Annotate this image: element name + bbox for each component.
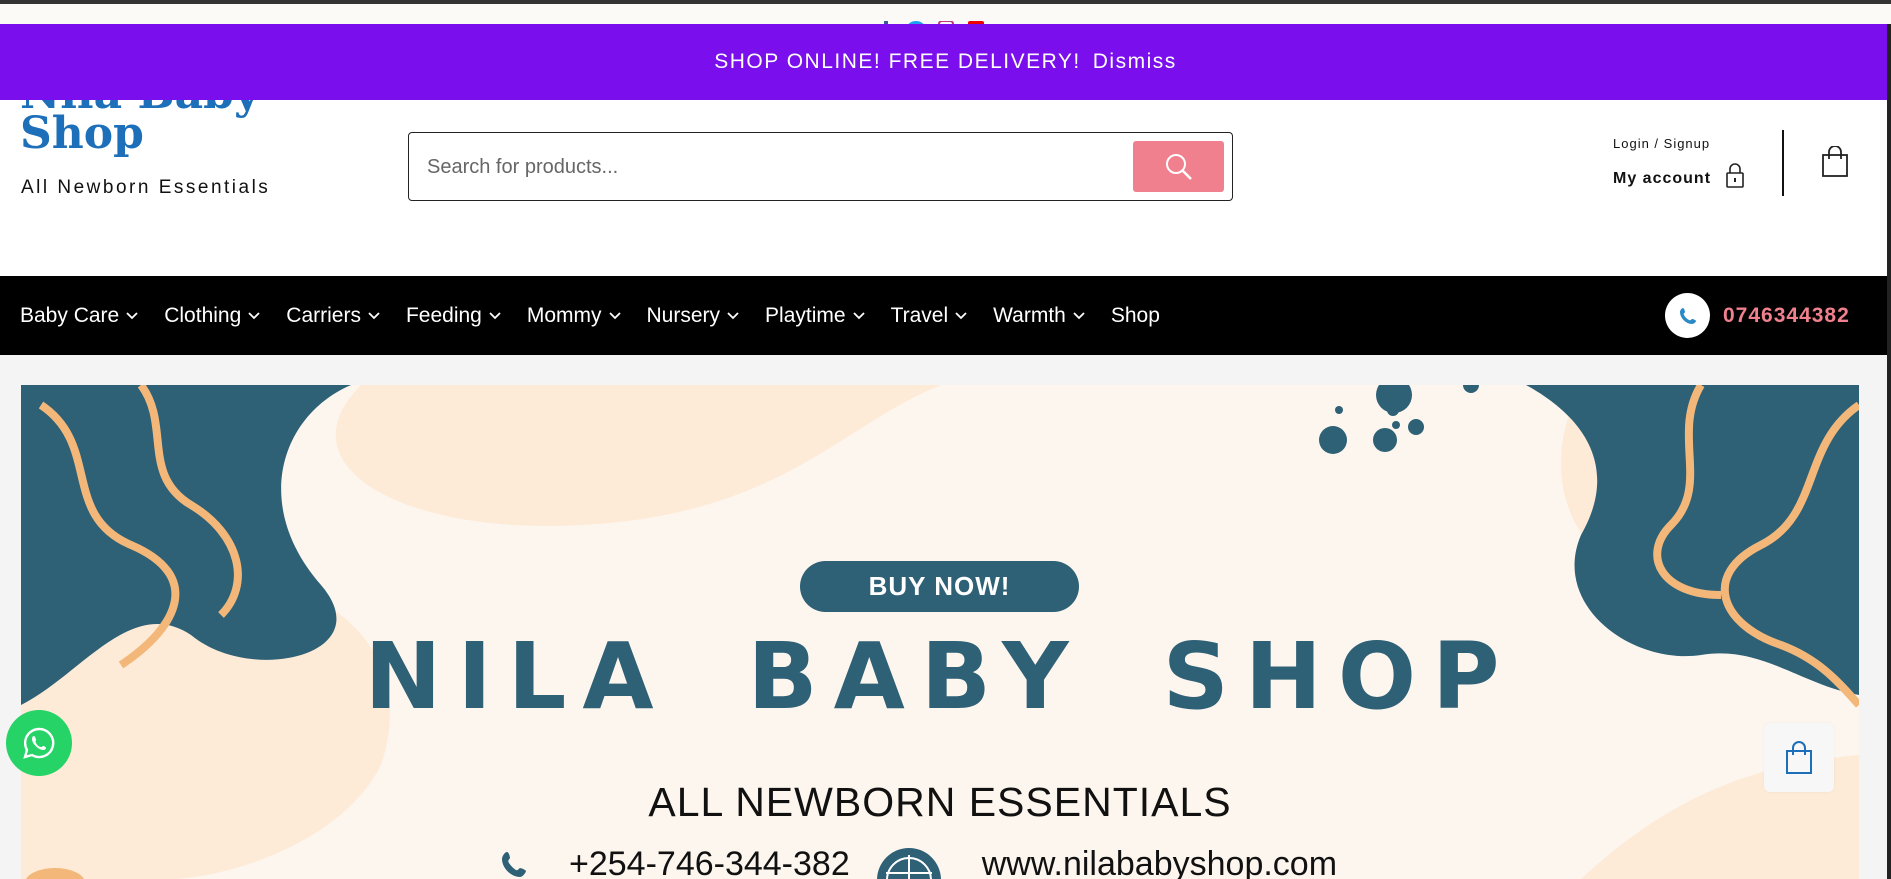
hero-subtitle: ALL NEWBORN ESSENTIALS <box>648 779 1232 825</box>
nav-item-shop[interactable]: Shop <box>1111 304 1160 328</box>
hero-website: www.nilababyshop.com <box>981 845 1338 879</box>
account-area[interactable]: Login / Signup My account <box>1613 136 1744 188</box>
phone-contact[interactable]: 0746344382 <box>1665 293 1850 338</box>
nav-label: Mommy <box>526 303 602 327</box>
header-divider <box>1782 130 1784 196</box>
chevron-down-icon <box>955 311 967 319</box>
phone-icon <box>1679 307 1696 324</box>
site-header: Nila Baby Shop All Newborn Essentials Lo… <box>0 72 1891 276</box>
nav-label: Clothing <box>164 303 242 327</box>
shopping-bag-icon[interactable] <box>1821 146 1849 178</box>
search-button[interactable] <box>1133 141 1224 192</box>
nav-label: Warmth <box>993 303 1066 327</box>
top-strip <box>0 0 1891 32</box>
nav-item-baby-care[interactable]: Baby Care <box>20 304 138 328</box>
nav-menu: Baby Care Clothing Carriers Feeding Momm… <box>20 304 1186 328</box>
nav-item-warmth[interactable]: Warmth <box>993 304 1085 328</box>
phone-icon-circle <box>1665 293 1710 338</box>
chevron-down-icon <box>368 311 380 319</box>
nav-label: Baby Care <box>20 303 120 327</box>
nav-item-mommy[interactable]: Mommy <box>527 304 621 328</box>
hero-banner[interactable]: BUY NOW! NILA BABY SHOP ALL NEWBORN ESSE… <box>21 385 1859 879</box>
shopping-bag-icon <box>1786 740 1812 774</box>
chevron-down-icon <box>126 311 138 319</box>
page: { "banner": {"message": "SHOP ONLINE! FR… <box>0 0 1891 879</box>
whatsapp-icon <box>23 727 55 759</box>
hero-brand-title: NILA BABY SHOP <box>364 623 1516 730</box>
nav-item-playtime[interactable]: Playtime <box>765 304 865 328</box>
promo-banner: SHOP ONLINE! FREE DELIVERY! Dismiss <box>0 24 1891 100</box>
nav-item-carriers[interactable]: Carriers <box>286 304 380 328</box>
lock-icon <box>1726 163 1744 188</box>
nav-item-feeding[interactable]: Feeding <box>406 304 501 328</box>
whatsapp-button[interactable] <box>6 710 72 776</box>
site-tagline: All Newborn Essentials <box>21 177 271 198</box>
nav-item-nursery[interactable]: Nursery <box>647 304 740 328</box>
nav-label: Nursery <box>646 303 721 327</box>
promo-message: SHOP ONLINE! FREE DELIVERY! <box>714 50 1081 73</box>
nav-item-travel[interactable]: Travel <box>891 304 968 328</box>
window-edge <box>1887 24 1891 879</box>
chevron-down-icon <box>1073 311 1085 319</box>
phone-number[interactable]: 0746344382 <box>1723 304 1850 328</box>
nav-label: Playtime <box>765 303 846 327</box>
main-nav: Baby Care Clothing Carriers Feeding Momm… <box>0 276 1891 355</box>
floating-cart-button[interactable] <box>1764 723 1834 792</box>
nav-item-clothing[interactable]: Clothing <box>164 304 260 328</box>
my-account-link[interactable]: My account <box>1613 170 1711 188</box>
globe-icon <box>876 847 941 879</box>
search-icon <box>1165 153 1192 180</box>
chevron-down-icon <box>608 311 621 319</box>
nav-label: Feeding <box>405 303 482 327</box>
search-bar <box>408 132 1233 201</box>
hero-contact-line: +254-746-344-382 www.nilababyshop.com <box>499 845 1337 879</box>
chevron-down-icon <box>248 311 260 319</box>
chevron-down-icon <box>852 311 865 319</box>
phone-icon <box>502 851 526 877</box>
dismiss-link[interactable]: Dismiss <box>1093 50 1177 74</box>
nav-label: Travel <box>890 303 949 327</box>
chevron-down-icon <box>727 311 739 319</box>
hero-phone: +254-746-344-382 <box>569 845 850 879</box>
nav-label: Shop <box>1110 303 1160 327</box>
chevron-down-icon <box>489 311 501 319</box>
buy-now-button[interactable]: BUY NOW! <box>800 561 1079 612</box>
search-input[interactable] <box>427 151 1107 183</box>
nav-label: Carriers <box>286 303 361 327</box>
login-signup-link[interactable]: Login / Signup <box>1613 136 1710 151</box>
